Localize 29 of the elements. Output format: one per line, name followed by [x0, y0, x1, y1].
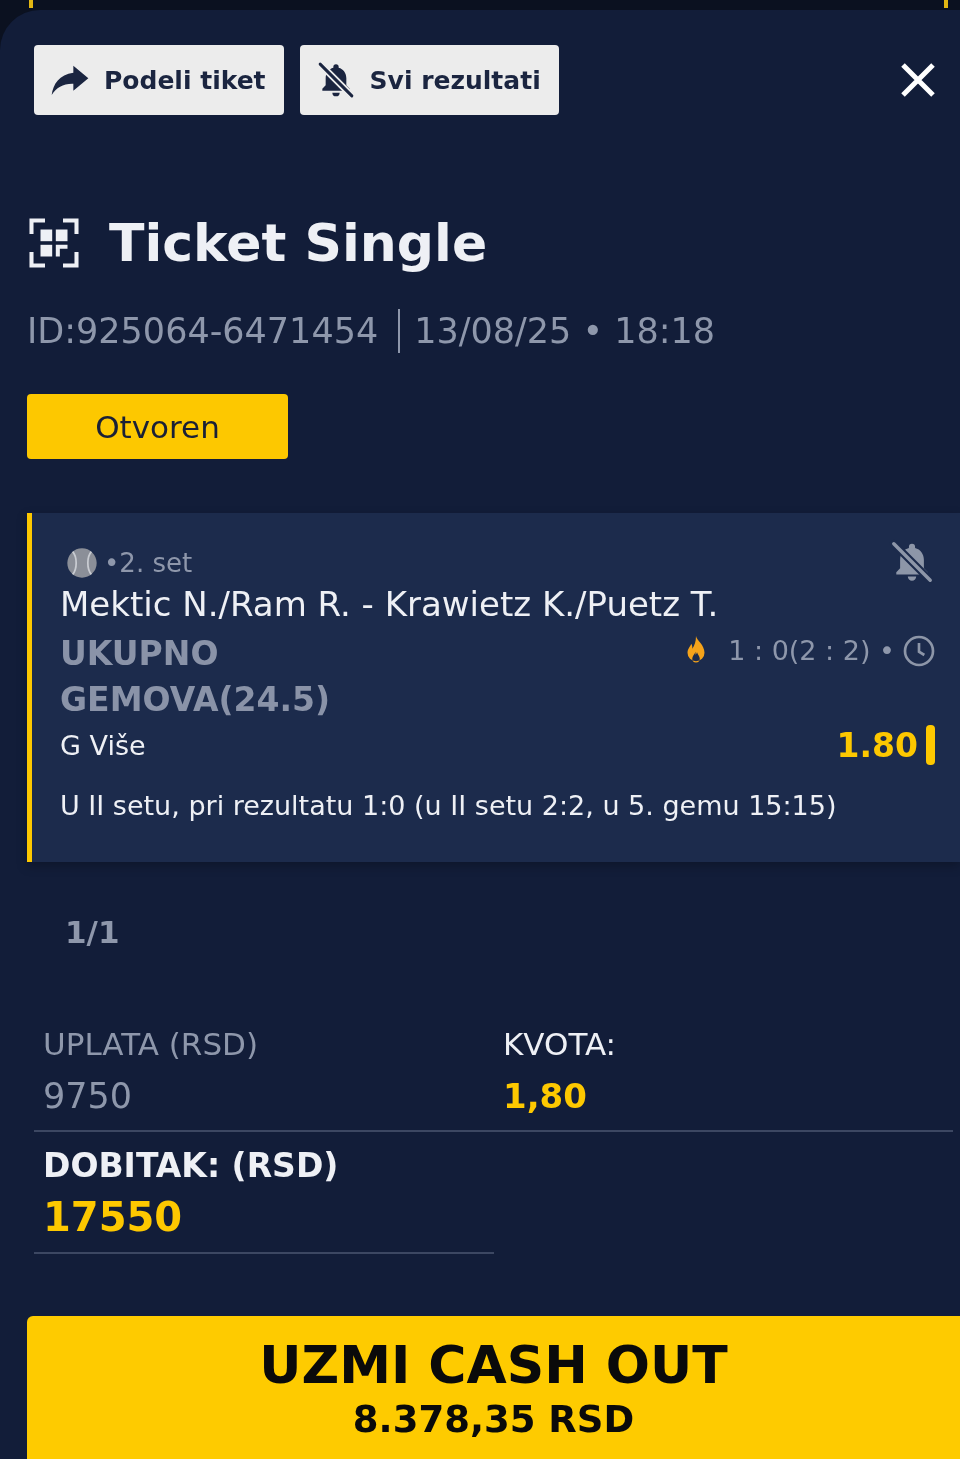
- ticket-id: ID:925064-6471454: [27, 310, 379, 353]
- win-label: DOBITAK: (RSD): [43, 1146, 339, 1186]
- stake-label: UPLATA (RSD): [43, 1025, 259, 1064]
- match-period: •2. set: [104, 547, 193, 579]
- bell-slash-icon[interactable]: [889, 539, 935, 585]
- match-title: Mektic N./Ram R. - Krawietz K./Puetz T.: [60, 583, 720, 625]
- results-button[interactable]: Svi rezultati: [299, 45, 559, 115]
- total-odds: 1,80: [503, 1075, 587, 1118]
- bar-icon: [926, 725, 935, 765]
- status-badge: Otvoren: [27, 394, 288, 459]
- share-button[interactable]: Podeli tiket: [34, 45, 284, 115]
- cash-out-button[interactable]: UZMI CASH OUT 8.378,35 RSD: [27, 1316, 960, 1459]
- tennis-ball-icon: [66, 547, 98, 579]
- win-amount: 17550: [43, 1193, 183, 1242]
- page-counter: 1/1: [65, 914, 120, 950]
- accent-mark: [29, 0, 33, 8]
- market-name: UKUPNO GEMOVA(24.5): [60, 633, 332, 721]
- clock-icon: [903, 635, 935, 667]
- odds-label: KVOTA:: [503, 1025, 617, 1064]
- selection-note: U II setu, pri rezultatu 1:0 (u II setu 2:2, u 5. gemu 15:15): [60, 789, 838, 823]
- ticket-datetime: 13/08/25 • 18:18: [414, 310, 716, 353]
- bell-slash-icon: [315, 60, 356, 100]
- selection-odds: 1.80: [836, 725, 918, 765]
- accent-mark: [944, 0, 948, 8]
- ticket-icon: [27, 216, 81, 270]
- live-score: 1 : 0(2 : 2) •: [728, 635, 895, 667]
- stake-value: 9750: [43, 1075, 133, 1118]
- pick-name: G Više: [60, 729, 146, 761]
- ticket-title: Ticket Single: [109, 213, 488, 273]
